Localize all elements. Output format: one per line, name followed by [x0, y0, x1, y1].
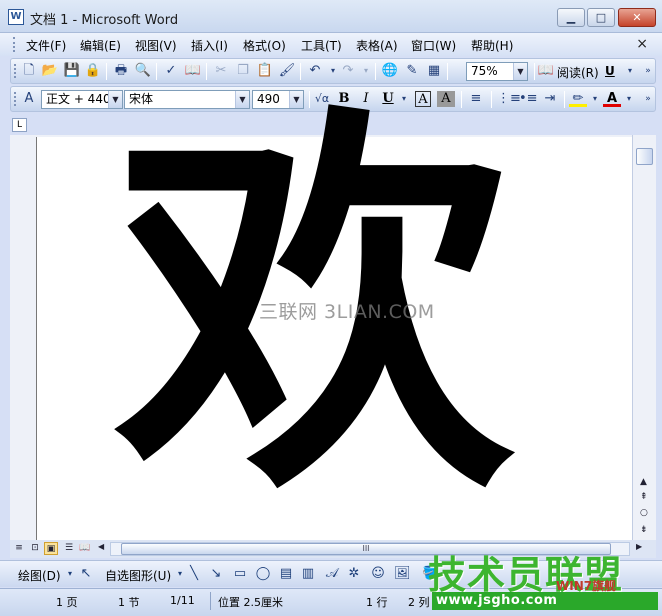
close-window-button[interactable]: ✕ — [618, 8, 656, 27]
draw-dropdown-arrow-icon[interactable]: ▾ — [62, 566, 78, 582]
status-page: 1 页 — [56, 596, 78, 609]
font-color-dropdown-arrow-icon[interactable]: ▾ — [620, 91, 638, 107]
style-value: 正文 + 440 — [46, 92, 111, 106]
rectangle-tool-icon[interactable]: ▭ — [232, 566, 248, 582]
increase-indent-icon[interactable]: ⇥ — [541, 91, 559, 107]
reading-layout-view-icon[interactable]: 📖 — [78, 542, 92, 555]
scroll-up-arrow-icon[interactable]: ▲ — [640, 477, 647, 487]
tab-stop-selector[interactable]: L — [12, 118, 27, 132]
toolbar-options-icon[interactable]: » — [639, 63, 657, 79]
menu-insert[interactable]: 插入(I) — [191, 37, 228, 54]
previous-page-icon[interactable]: ⇞ — [640, 492, 648, 502]
scroll-right-arrow-icon[interactable]: ▶ — [636, 542, 642, 551]
select-objects-icon[interactable]: ↖ — [78, 566, 94, 582]
clip-art-icon[interactable]: ☺ — [370, 566, 386, 582]
menu-window[interactable]: 窗口(W) — [411, 37, 456, 54]
underline-button-standard[interactable]: U — [605, 64, 615, 78]
outline-view-icon[interactable]: ☰ — [62, 542, 76, 555]
toolbar-options-icon[interactable]: » — [639, 91, 657, 107]
status-line: 1 行 — [366, 596, 388, 609]
status-section: 1 节 — [118, 596, 140, 609]
print-layout-view-icon[interactable]: ▣ — [44, 542, 58, 555]
menu-format[interactable]: 格式(O) — [243, 37, 286, 54]
font-color-icon[interactable]: A — [603, 91, 621, 107]
next-page-icon[interactable]: ⇟ — [640, 525, 648, 535]
window-title: 文档 1 - Microsoft Word — [30, 13, 179, 28]
underline-dropdown-arrow-icon[interactable]: ▾ — [621, 63, 639, 79]
document-area: 欢 三联网 3LIAN.COM — [10, 107, 633, 540]
bullets-icon[interactable]: •≡ — [519, 91, 538, 107]
status-page-count: 1/11 — [170, 594, 195, 607]
arrow-tool-icon[interactable]: ↘ — [208, 566, 224, 582]
draw-menu-button[interactable]: 绘图(D) — [18, 567, 61, 584]
diagram-icon[interactable]: ✲ — [346, 566, 362, 582]
open-folder-icon[interactable]: 📂 — [41, 63, 59, 79]
vertical-scroll-thumb[interactable] — [636, 148, 653, 165]
menu-table[interactable]: 表格(A) — [356, 37, 398, 54]
toolbar-separator — [564, 91, 565, 108]
document-page[interactable]: 欢 三联网 3LIAN.COM — [36, 107, 633, 540]
wordart-icon[interactable]: 𝒜 — [324, 566, 340, 582]
site-watermark-url: www.jsgho.com — [432, 592, 658, 610]
menu-view[interactable]: 视图(V) — [135, 37, 177, 54]
styles-formatting-icon[interactable]: A — [20, 91, 38, 107]
menu-edit[interactable]: 编辑(E) — [80, 37, 121, 54]
autoshapes-button[interactable]: 自选图形(U) — [105, 567, 171, 584]
style-combo[interactable]: 正文 + 440 ▼ — [41, 90, 123, 109]
menu-grip-handle[interactable] — [13, 37, 16, 52]
text-box-icon[interactable]: ▤ — [278, 566, 294, 582]
highlight-dropdown-arrow-icon[interactable]: ▾ — [586, 91, 604, 107]
vertical-text-box-icon[interactable]: ▥ — [300, 566, 316, 582]
center-watermark: 三联网 3LIAN.COM — [259, 301, 435, 323]
status-position: 位置 2.5厘米 — [218, 596, 283, 609]
menu-help[interactable]: 帮助(H) — [471, 37, 513, 54]
select-browse-object-icon[interactable]: ○ — [640, 508, 648, 518]
toolbar-grip-handle[interactable] — [14, 92, 17, 106]
toolbar-separator — [534, 63, 535, 80]
word-app-icon[interactable]: W — [8, 9, 24, 25]
oval-tool-icon[interactable]: ◯ — [255, 566, 271, 582]
read-mode-button[interactable]: 阅读(R) — [557, 64, 599, 81]
line-tool-icon[interactable]: ╲ — [186, 566, 202, 582]
status-separator — [210, 592, 211, 610]
close-document-button[interactable]: × — [636, 36, 648, 52]
highlight-icon[interactable]: ✏ — [569, 91, 587, 107]
normal-view-icon[interactable]: ≡ — [12, 542, 26, 555]
menu-bar: 文件(F) 编辑(E) 视图(V) 插入(I) 格式(O) 工具(T) 表格(A… — [0, 33, 662, 56]
minimize-button[interactable]: ▁ — [557, 8, 585, 27]
menu-tools[interactable]: 工具(T) — [301, 37, 342, 54]
title-bar: W 文档 1 - Microsoft Word ▁ □ ✕ — [0, 0, 662, 33]
web-layout-view-icon[interactable]: ⊡ — [28, 542, 42, 555]
maximize-button[interactable]: □ — [587, 8, 615, 27]
new-document-icon[interactable]: 🗋 — [20, 63, 38, 79]
permission-icon[interactable]: 🔒 — [84, 63, 102, 79]
read-mode-icon[interactable]: 📖 — [537, 63, 555, 79]
zoom-dropdown-arrow-icon[interactable]: ▼ — [513, 63, 527, 80]
toolbar-grip-handle[interactable] — [14, 64, 17, 78]
save-icon[interactable]: 💾 — [63, 63, 81, 79]
status-column: 2 列 — [408, 596, 430, 609]
insert-picture-icon[interactable]: 🖼 — [394, 566, 411, 582]
scroll-left-arrow-icon[interactable]: ◀ — [98, 542, 104, 551]
vertical-scrollbar[interactable]: ▲ ⇞ ○ ⇟ — [632, 135, 656, 540]
toolbar-separator — [106, 63, 107, 80]
menu-file[interactable]: 文件(F) — [26, 37, 66, 54]
